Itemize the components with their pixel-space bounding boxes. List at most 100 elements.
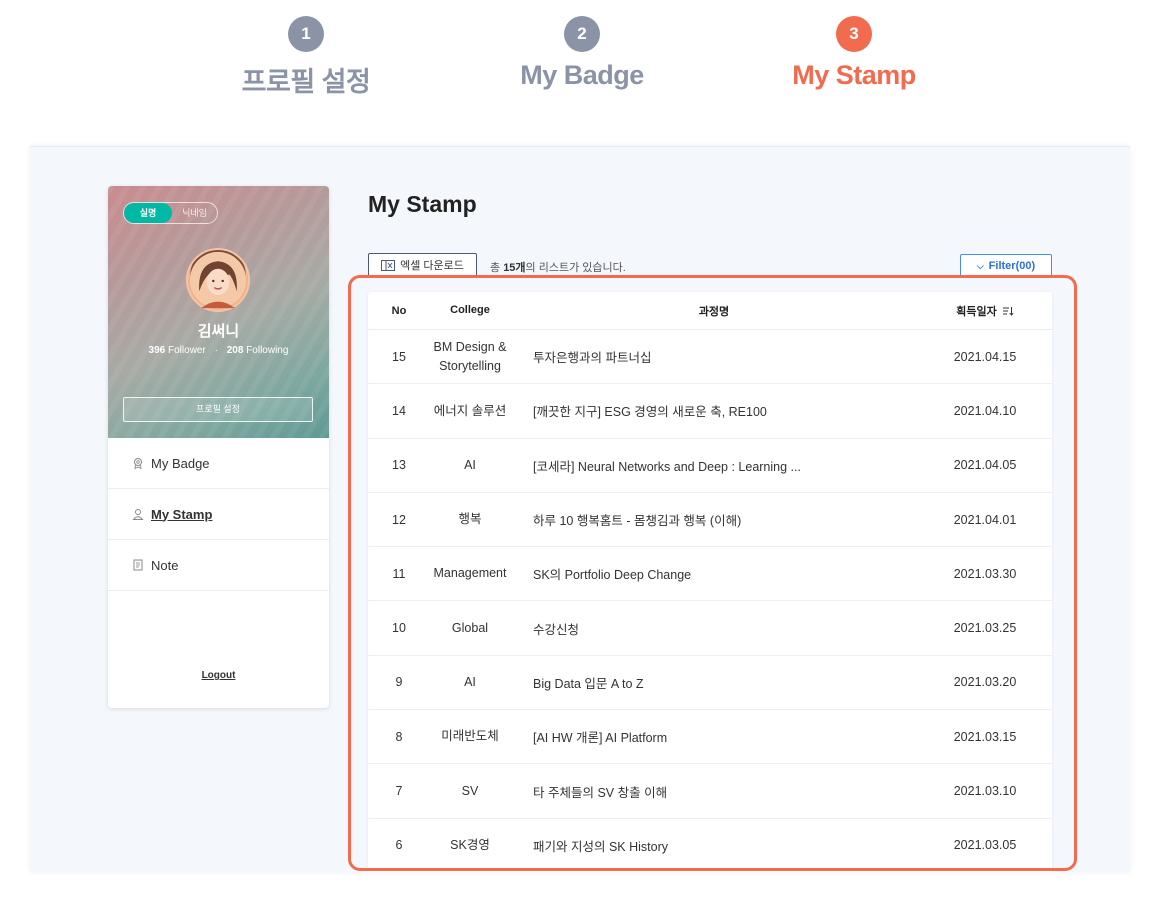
cell-college: SK경영 [450,837,490,852]
table-header: No College 과정명 획득일자 [368,292,1052,330]
profile-header: 실명 닉네임 김써니 396 Follower · 208 Following … [108,186,329,438]
table-row[interactable]: 14 에너지 솔루션 [깨끗한 지구] ESG 경영의 새로운 축, RE100… [368,384,1052,439]
cell-college: Management [433,566,507,581]
cell-course[interactable]: 타 주체들의 SV 창출 이해 [510,782,918,801]
chevron-down-icon: ⌵ [976,260,984,271]
cell-date: 2021.03.15 [953,729,1017,744]
header-course: 과정명 [698,305,730,318]
cell-course[interactable]: [깨끗한 지구] ESG 경영의 새로운 축, RE100 [510,401,918,420]
table-row[interactable]: 11 Management SK의 Portfolio Deep Change … [368,547,1052,602]
cell-no: 10 [392,621,406,636]
header-college: College [450,304,490,317]
table-row[interactable]: 6 SK경영 패기와 지성의 SK History 2021.03.05 [368,819,1052,872]
cell-course[interactable]: [AI HW 개론] AI Platform [510,727,918,746]
table-row[interactable]: 13 AI [코세라] Neural Networks and Deep : L… [368,439,1052,493]
page-title: My Stamp [368,191,477,217]
cell-date: 2021.04.10 [953,403,1017,418]
header-date[interactable]: 획득일자 [918,303,1052,319]
step-1-number: 1 [288,16,324,52]
cell-no: 15 [392,349,406,364]
excel-download-button[interactable]: 엑셀 다운로드 [368,253,477,277]
toggle-real-name[interactable]: 실명 [124,203,172,223]
result-count: 총 15개의 리스트가 있습니다. [490,259,626,275]
cell-college: SV [461,783,479,798]
step-2-number: 2 [564,16,600,52]
separator-dot: · [214,345,218,356]
sidebar-item-label: My Badge [151,455,210,471]
cell-college: AI [464,457,476,472]
cell-no: 8 [395,729,403,744]
toggle-nickname[interactable]: 닉네임 [172,203,217,223]
step-3-number: 3 [836,16,872,52]
follow-stats: 396 Follower · 208 Following [108,345,329,356]
cell-no: 14 [392,403,406,418]
step-1-label: 프로필 설정 [241,67,371,97]
step-2[interactable]: 2 My Badge [482,16,682,91]
cell-college: Global [451,620,489,635]
follower-count[interactable]: 396 [149,345,166,356]
profile-settings-button[interactable]: 프로필 설정 [123,397,313,422]
cell-no: 12 [392,512,406,527]
cell-date: 2021.03.05 [953,838,1017,853]
cell-date: 2021.03.10 [953,784,1017,799]
name-toggle[interactable]: 실명 닉네임 [123,202,218,224]
table-row[interactable]: 12 행복 하루 10 행복홈트 - 몸챙김과 행복 (이해) 2021.04.… [368,493,1052,548]
cell-course[interactable]: 패기와 지성의 SK History [510,836,918,855]
cell-course[interactable]: 수강신청 [510,619,918,638]
sidebar-item-my-stamp[interactable]: My Stamp [108,489,329,540]
table-row[interactable]: 7 SV 타 주체들의 SV 창출 이해 2021.03.10 [368,764,1052,819]
cell-college: 행복 [458,512,482,527]
step-indicator: 1 프로필 설정 2 My Badge 3 My Stamp [0,0,1160,130]
table-row[interactable]: 10 Global 수강신청 2021.03.25 [368,601,1052,656]
following-label: Following [246,345,289,356]
excel-download-label: 엑셀 다운로드 [400,260,464,272]
follower-label: Follower [168,345,206,356]
sidebar-item-label: My Stamp [151,506,213,522]
cell-date: 2021.04.15 [953,349,1017,364]
cell-no: 6 [395,838,403,853]
step-3[interactable]: 3 My Stamp [754,16,954,91]
sidebar-item-label: Note [151,557,179,573]
cell-no: 13 [392,458,406,473]
badge-icon [134,458,142,469]
user-name: 김써니 [197,323,240,340]
cell-course[interactable]: SK의 Portfolio Deep Change [510,564,918,583]
table-row[interactable]: 8 미래반도체 [AI HW 개론] AI Platform 2021.03.1… [368,710,1052,765]
cell-course[interactable]: Big Data 입문 A to Z [510,673,918,692]
cell-college: 에너지 솔루션 [433,403,507,418]
main-panel: 실명 닉네임 김써니 396 Follower · 208 Following … [30,146,1130,872]
cell-course[interactable]: [코세라] Neural Networks and Deep : Learnin… [510,456,918,475]
cell-no: 11 [392,566,406,581]
cell-date: 2021.04.01 [953,512,1017,527]
filter-label: Filter(00) [988,260,1036,272]
sort-icon[interactable] [1002,307,1014,316]
cell-college: 미래반도체 [441,729,499,744]
cell-date: 2021.03.25 [953,621,1017,636]
filter-button[interactable]: ⌵ Filter(00) [960,254,1052,278]
logout-link[interactable]: Logout [108,670,329,681]
note-icon [133,559,143,571]
following-count[interactable]: 208 [227,345,244,356]
step-2-label: My Badge [520,60,644,90]
cell-course[interactable]: 투자은행과의 파트너십 [510,347,918,366]
table-row[interactable]: 15 BM Design & Storytelling 투자은행과의 파트너십 … [368,330,1052,385]
cell-college: BM Design & Storytelling [433,339,507,373]
count-suffix: 의 리스트가 있습니다. [525,262,626,274]
count-prefix: 총 [490,262,504,274]
step-1[interactable]: 1 프로필 설정 [206,16,406,99]
cell-course[interactable]: 하루 10 행복홈트 - 몸챙김과 행복 (이해) [510,510,918,529]
profile-card: 실명 닉네임 김써니 396 Follower · 208 Following … [108,186,329,708]
sidebar-item-note[interactable]: Note [108,540,329,591]
sidebar-item-my-badge[interactable]: My Badge [108,438,329,489]
cell-no: 9 [395,675,403,690]
header-date-label: 획득일자 [956,305,997,318]
person-icon [132,509,144,520]
stamp-table: No College 과정명 획득일자 15 BM Design & Story… [368,292,1052,872]
count-value: 15개 [503,262,526,274]
cell-date: 2021.04.05 [953,458,1017,473]
table-row[interactable]: 9 AI Big Data 입문 A to Z 2021.03.20 [368,656,1052,711]
step-3-label: My Stamp [792,60,916,90]
avatar [186,248,250,312]
header-no: No [391,304,407,317]
cell-date: 2021.03.20 [953,675,1017,690]
